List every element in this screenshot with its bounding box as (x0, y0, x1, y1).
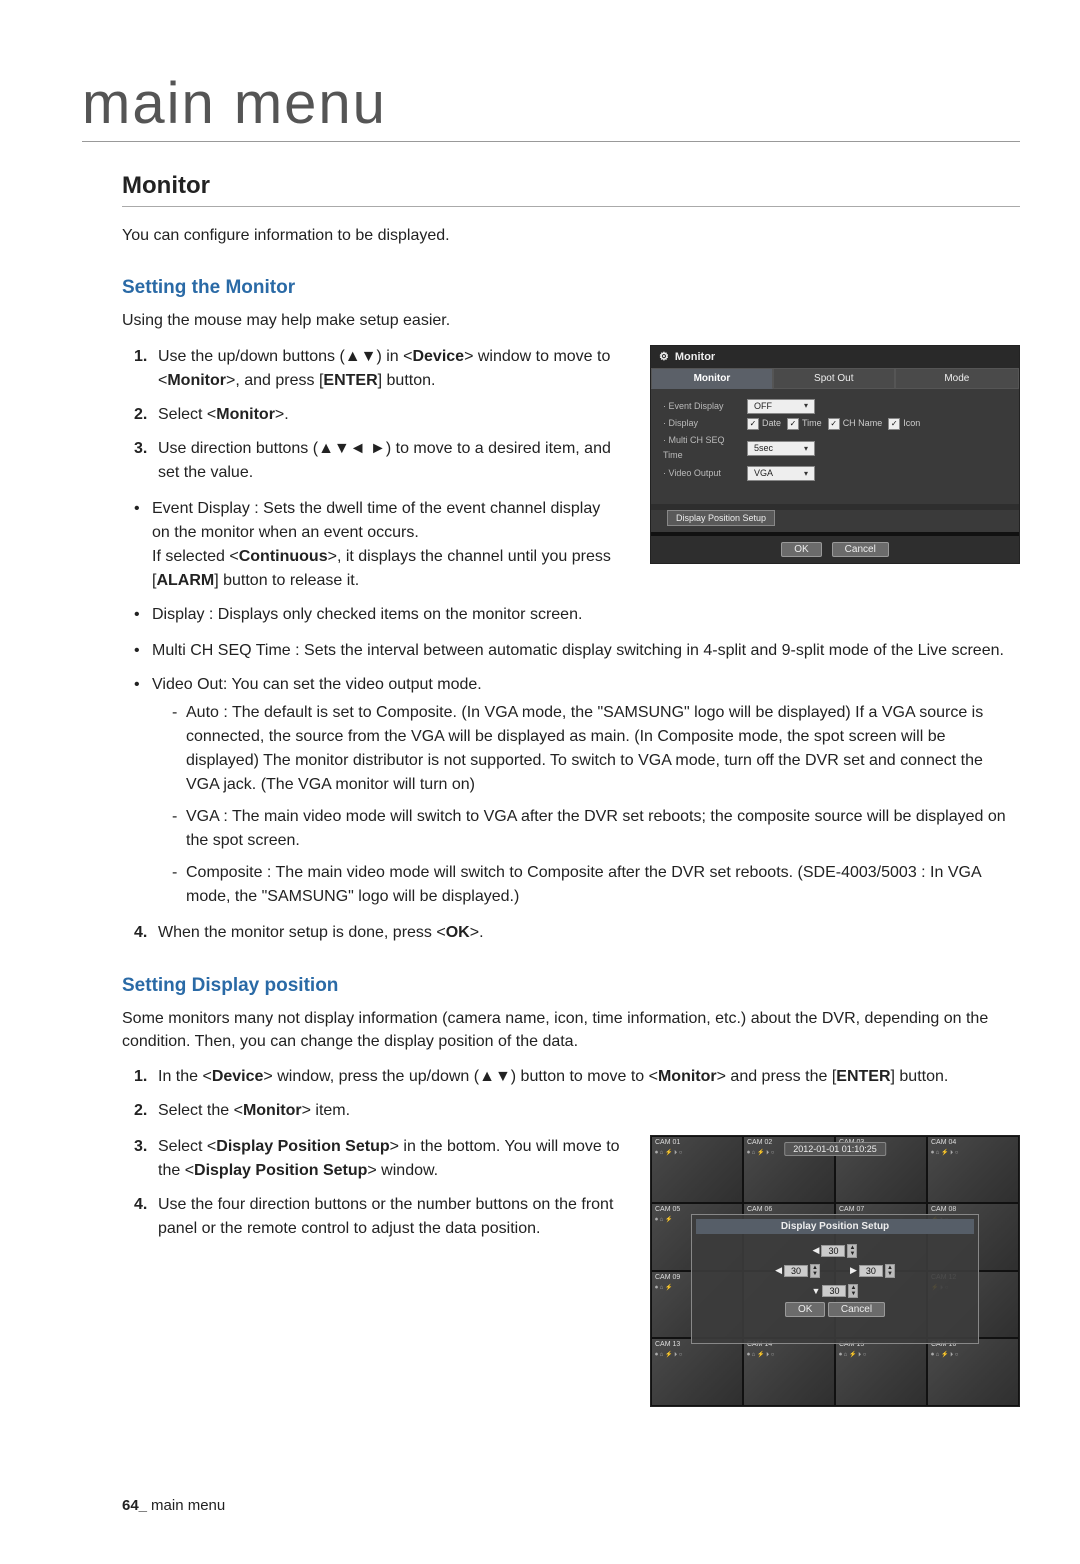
dash-auto: Auto : The default is set to Composite. … (172, 701, 1020, 797)
right-stepper[interactable]: ▶ 30 ▲▼ (850, 1264, 895, 1278)
down-arrow-icon: ▼ (812, 1286, 821, 1296)
panel-ok-button[interactable]: OK (785, 1302, 825, 1317)
chevron-down-icon: ▾ (804, 467, 808, 481)
left-stepper[interactable]: ◀ 30 ▲▼ (775, 1264, 820, 1278)
vertical-stepper[interactable]: ◀ 30 ▲▼ (813, 1244, 858, 1258)
ok-button[interactable]: OK (781, 542, 821, 557)
icon-checkbox[interactable]: ✓Icon (888, 416, 920, 431)
time-checkbox[interactable]: ✓Time (787, 416, 822, 431)
right-arrow-icon: ▶ (850, 1265, 857, 1276)
chevron-down-icon: ▾ (804, 442, 808, 456)
dp-step-2: Select the <Monitor> item. (134, 1099, 1020, 1123)
display-position-screenshot: CAM 01⏺ ⌂ ⚡ ⏵ ○ CAM 02⏺ ⌂ ⚡ ⏵ ○ CAM 03⏺ … (650, 1135, 1020, 1407)
tab-spot-out[interactable]: Spot Out (773, 368, 895, 389)
section-divider (122, 206, 1020, 207)
bullet-video-out: Video Out: You can set the video output … (134, 673, 1020, 909)
datetime-overlay: 2012-01-01 01:10:25 (784, 1142, 886, 1156)
section-title-monitor: Monitor (122, 172, 1020, 200)
page-number: 64_ (122, 1497, 147, 1514)
cam-label: CAM 04 (931, 1139, 956, 1146)
dp-step-3: Select <Display Position Setup> in the b… (134, 1135, 620, 1183)
setting-monitor-intro: Using the mouse may help make setup easi… (122, 309, 1020, 332)
monitor-settings-screenshot: ⚙ Monitor Monitor Spot Out Mode Event Di… (650, 345, 1020, 564)
display-position-setup-button[interactable]: Display Position Setup (667, 510, 775, 526)
window-title: Monitor (675, 351, 715, 363)
bullet-multi-seq: Multi CH SEQ Time : Sets the interval be… (134, 639, 1020, 663)
display-position-intro: Some monitors many not display informati… (122, 1007, 1020, 1053)
dash-composite: Composite : The main video mode will swi… (172, 861, 1020, 909)
step-4: When the monitor setup is done, press <O… (134, 921, 1020, 945)
multi-seq-label: Multi CH SEQ Time (663, 433, 741, 464)
panel-cancel-button[interactable]: Cancel (828, 1302, 885, 1317)
cam-label: CAM 07 (839, 1206, 864, 1213)
chevron-down-icon: ▾ (804, 399, 808, 413)
cam-label: CAM 13 (655, 1341, 680, 1348)
page-title: main menu (82, 70, 1020, 142)
bullet-event-display: Event Display : Sets the dwell time of t… (134, 497, 620, 593)
cam-label: CAM 02 (747, 1139, 772, 1146)
panel-title: Display Position Setup (696, 1219, 974, 1234)
video-output-label: Video Output (663, 466, 741, 481)
footer-section-name: main menu (151, 1497, 225, 1514)
display-position-panel: Display Position Setup ◀ 30 ▲▼ ◀ 30 ▲▼ (691, 1214, 979, 1344)
video-output-select[interactable]: VGA▾ (747, 466, 815, 481)
cam-label: CAM 01 (655, 1139, 680, 1146)
left-arrow-icon: ◀ (775, 1265, 782, 1276)
step-1: Use the up/down buttons (▲▼) in <Device>… (134, 345, 620, 393)
tab-mode[interactable]: Mode (895, 368, 1019, 389)
cam-label: CAM 06 (747, 1206, 772, 1213)
step-2: Select <Monitor>. (134, 403, 620, 427)
cancel-button[interactable]: Cancel (832, 542, 889, 557)
display-label: Display (663, 416, 741, 431)
event-display-select[interactable]: OFF▾ (747, 399, 815, 414)
multi-seq-select[interactable]: 5sec▾ (747, 441, 815, 456)
subsection-setting-monitor: Setting the Monitor (122, 277, 1020, 299)
chname-checkbox[interactable]: ✓CH Name (828, 416, 883, 431)
subsection-setting-display-position: Setting Display position (122, 975, 1020, 997)
dp-step-1: In the <Device> window, press the up/dow… (134, 1065, 1020, 1089)
cam-label: CAM 08 (931, 1206, 956, 1213)
page-footer: 64_main menu (122, 1497, 1020, 1514)
monitor-intro-text: You can configure information to be disp… (122, 225, 1020, 247)
date-checkbox[interactable]: ✓Date (747, 416, 781, 431)
cam-label: CAM 05 (655, 1206, 680, 1213)
left-arrow-icon: ◀ (813, 1245, 820, 1256)
bullet-display: Display : Displays only checked items on… (134, 603, 620, 627)
gear-icon: ⚙ (659, 350, 669, 363)
cam-label: CAM 09 (655, 1274, 680, 1281)
dp-step-4: Use the four direction buttons or the nu… (134, 1193, 620, 1241)
step-3: Use direction buttons (▲▼◄ ►) to move to… (134, 437, 620, 485)
tab-monitor[interactable]: Monitor (651, 368, 773, 389)
dash-vga: VGA : The main video mode will switch to… (172, 805, 1020, 853)
bottom-stepper[interactable]: ▼ 30 ▲▼ (812, 1284, 859, 1298)
event-display-label: Event Display (663, 399, 741, 414)
